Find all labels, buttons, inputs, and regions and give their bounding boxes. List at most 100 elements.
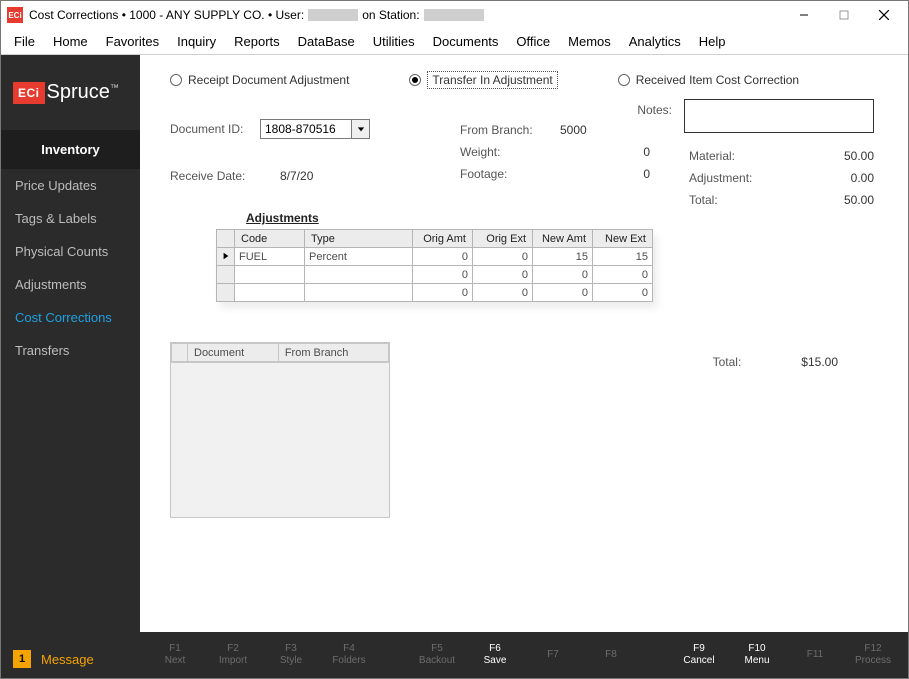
notes-field[interactable] <box>684 99 874 133</box>
totals-summary: Material:50.00 Adjustment:0.00 Total:50.… <box>689 149 874 215</box>
cell-orig_amt[interactable]: 0 <box>413 248 473 266</box>
sidebar-item-tags-labels[interactable]: Tags & Labels <box>1 202 140 235</box>
adjustment-value: 0.00 <box>851 171 874 185</box>
summary-total-label: Total: <box>689 193 718 207</box>
cell-code[interactable] <box>235 266 305 284</box>
col-orig-amt[interactable]: Orig Amt <box>413 230 473 248</box>
radio-transfer[interactable]: Transfer In Adjustment <box>409 71 557 89</box>
sidebar-item-physical-counts[interactable]: Physical Counts <box>1 235 140 268</box>
radio-label: Received Item Cost Correction <box>636 73 799 87</box>
menu-reports[interactable]: Reports <box>225 30 289 53</box>
adjustment-type-radios: Receipt Document Adjustment Transfer In … <box>170 71 884 89</box>
cell-orig_amt[interactable]: 0 <box>413 284 473 302</box>
weight-value: 0 <box>560 145 650 159</box>
sidebar-item-transfers[interactable]: Transfers <box>1 334 140 367</box>
adjustment-label: Adjustment: <box>689 171 752 185</box>
cell-new_ext[interactable]: 15 <box>593 248 653 266</box>
fn-f5[interactable]: F5Backout <box>408 643 466 668</box>
col-document[interactable]: Document <box>188 344 279 362</box>
message-count-badge: 1 <box>13 650 31 668</box>
row-selector-icon[interactable] <box>217 266 235 284</box>
table-row[interactable]: FUELPercent001515 <box>217 248 653 266</box>
title-bar: ECi Cost Corrections • 1000 - ANY SUPPLY… <box>1 1 908 29</box>
fn-f9[interactable]: F9Cancel <box>670 643 728 668</box>
menu-home[interactable]: Home <box>44 30 97 53</box>
grand-total-label: Total: <box>713 355 742 369</box>
cell-orig_amt[interactable]: 0 <box>413 266 473 284</box>
document-id-input[interactable] <box>261 120 351 138</box>
cell-orig_ext[interactable]: 0 <box>473 284 533 302</box>
minimize-button[interactable] <box>784 1 824 29</box>
sidebar-item-adjustments[interactable]: Adjustments <box>1 268 140 301</box>
app-logo: ECi Spruce™ <box>1 55 140 130</box>
cell-code[interactable]: FUEL <box>235 248 305 266</box>
dropdown-arrow-icon[interactable] <box>351 120 369 138</box>
window-title-prefix: Cost Corrections • 1000 - ANY SUPPLY CO.… <box>29 8 304 22</box>
function-key-bar: F1NextF2ImportF3StyleF4FoldersF5BackoutF… <box>140 632 908 678</box>
cell-type[interactable] <box>305 284 413 302</box>
station-name-redacted <box>424 9 484 21</box>
col-type[interactable]: Type <box>305 230 413 248</box>
col-orig-ext[interactable]: Orig Ext <box>473 230 533 248</box>
close-button[interactable] <box>864 1 904 29</box>
menu-favorites[interactable]: Favorites <box>97 30 168 53</box>
sidebar: ECi Spruce™ Inventory Price UpdatesTags … <box>1 55 140 678</box>
fn-f1[interactable]: F1Next <box>146 643 204 668</box>
fn-f6[interactable]: F6Save <box>466 643 524 668</box>
col-new-amt[interactable]: New Amt <box>533 230 593 248</box>
col-from-branch[interactable]: From Branch <box>278 344 388 362</box>
message-bar[interactable]: 1 Message <box>1 640 140 678</box>
menu-utilities[interactable]: Utilities <box>364 30 424 53</box>
cell-orig_ext[interactable]: 0 <box>473 248 533 266</box>
receive-date-label: Receive Date: <box>170 169 280 183</box>
user-name-redacted <box>308 9 358 21</box>
cell-type[interactable] <box>305 266 413 284</box>
from-branch-label: From Branch: <box>460 123 560 137</box>
adjustments-table[interactable]: CodeTypeOrig AmtOrig ExtNew AmtNew Ext F… <box>216 229 653 302</box>
menu-analytics[interactable]: Analytics <box>620 30 690 53</box>
radio-icon <box>170 74 182 86</box>
cell-new_amt[interactable]: 15 <box>533 248 593 266</box>
fn-f8: F8 <box>582 649 640 662</box>
radio-receipt[interactable]: Receipt Document Adjustment <box>170 73 349 87</box>
from-branch-value: 5000 <box>560 123 587 137</box>
material-value: 50.00 <box>844 149 874 163</box>
menu-file[interactable]: File <box>5 30 44 53</box>
col-code[interactable]: Code <box>235 230 305 248</box>
row-selector-icon[interactable] <box>217 284 235 302</box>
menu-bar: FileHomeFavoritesInquiryReportsDataBaseU… <box>1 29 908 55</box>
main-panel: Receipt Document Adjustment Transfer In … <box>140 55 908 678</box>
fn-f2[interactable]: F2Import <box>204 643 262 668</box>
menu-help[interactable]: Help <box>690 30 735 53</box>
app-icon: ECi <box>7 7 23 23</box>
menu-documents[interactable]: Documents <box>424 30 508 53</box>
cell-new_amt[interactable]: 0 <box>533 266 593 284</box>
cell-type[interactable]: Percent <box>305 248 413 266</box>
material-label: Material: <box>689 149 735 163</box>
menu-database[interactable]: DataBase <box>289 30 364 53</box>
sidebar-item-price-updates[interactable]: Price Updates <box>1 169 140 202</box>
table-row[interactable]: 0000 <box>217 284 653 302</box>
cell-new_amt[interactable]: 0 <box>533 284 593 302</box>
col-new-ext[interactable]: New Ext <box>593 230 653 248</box>
menu-inquiry[interactable]: Inquiry <box>168 30 225 53</box>
table-row[interactable]: 0000 <box>217 266 653 284</box>
message-label: Message <box>41 652 94 667</box>
radio-label: Transfer In Adjustment <box>427 71 557 89</box>
fn-f3[interactable]: F3Style <box>262 643 320 668</box>
fn-f12[interactable]: F12Process <box>844 643 902 668</box>
sidebar-item-cost-corrections[interactable]: Cost Corrections <box>1 301 140 334</box>
documents-grid[interactable]: DocumentFrom Branch <box>170 342 390 518</box>
cell-code[interactable] <box>235 284 305 302</box>
row-selector-icon[interactable] <box>217 248 235 266</box>
radio-received-item[interactable]: Received Item Cost Correction <box>618 73 799 87</box>
menu-memos[interactable]: Memos <box>559 30 620 53</box>
cell-orig_ext[interactable]: 0 <box>473 266 533 284</box>
fn-f10[interactable]: F10Menu <box>728 643 786 668</box>
cell-new_ext[interactable]: 0 <box>593 266 653 284</box>
fn-f4[interactable]: F4Folders <box>320 643 378 668</box>
menu-office[interactable]: Office <box>507 30 559 53</box>
maximize-button[interactable] <box>824 1 864 29</box>
cell-new_ext[interactable]: 0 <box>593 284 653 302</box>
document-id-select[interactable] <box>260 119 370 139</box>
